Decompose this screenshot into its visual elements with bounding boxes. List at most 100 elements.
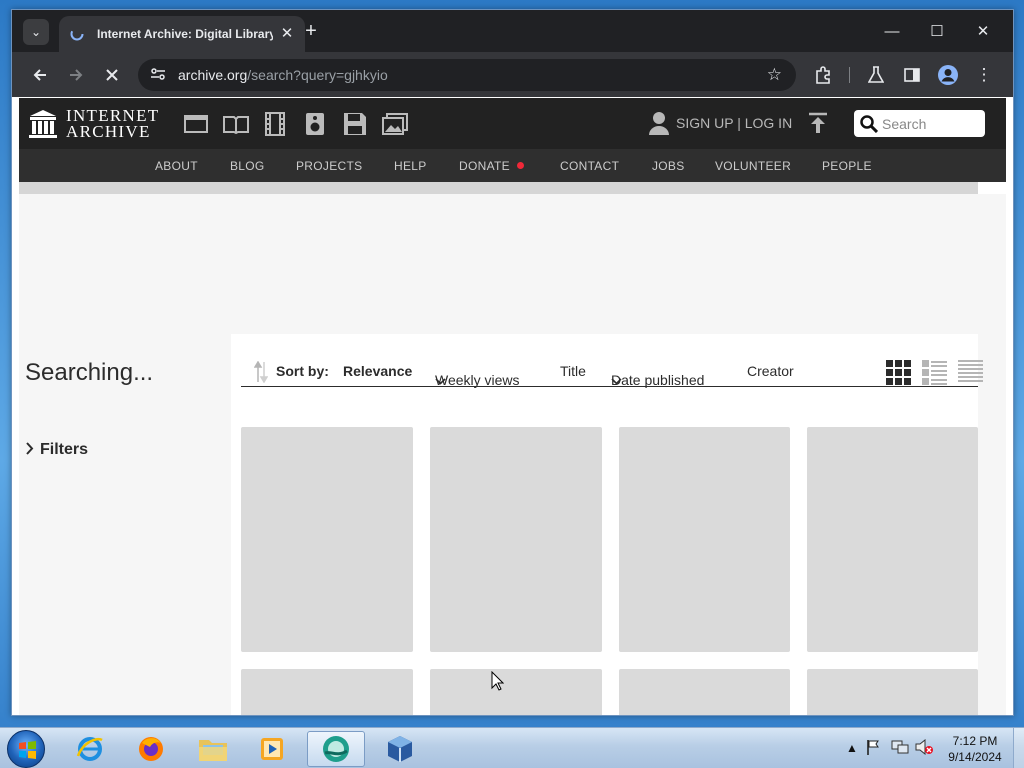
- nav-donate-label: DONATE: [459, 159, 510, 173]
- result-tile-placeholder: [241, 669, 413, 715]
- sort-by-label: Sort by:: [276, 363, 329, 379]
- nav-people[interactable]: PEOPLE: [822, 159, 872, 173]
- maximize-button[interactable]: ☐: [917, 18, 957, 44]
- profile-avatar-icon[interactable]: [934, 61, 962, 89]
- taskbar-virtualbox-icon[interactable]: [371, 731, 429, 767]
- sort-title[interactable]: Title: [560, 363, 586, 379]
- ia-header: INTERNET ARCHIVE SIGN UP | LOG IN Search: [19, 98, 1006, 149]
- forward-button[interactable]: [62, 61, 90, 89]
- software-floppy-icon[interactable]: [342, 112, 368, 136]
- show-desktop-button[interactable]: [1013, 728, 1024, 768]
- ia-nav-bar: ABOUT BLOG PROJECTS HELP DONATE CONTACT …: [19, 149, 1006, 182]
- address-bar[interactable]: archive.org/search?query=gjhkyio ☆: [138, 59, 796, 91]
- taskbar-internet-explorer-icon[interactable]: [62, 731, 118, 767]
- result-tile-placeholder: [241, 427, 413, 652]
- volume-muted-icon[interactable]: [915, 738, 933, 758]
- url-host: archive.org: [178, 67, 248, 83]
- sort-creator[interactable]: Creator: [747, 363, 794, 379]
- labs-flask-icon[interactable]: [862, 61, 890, 89]
- nav-contact[interactable]: CONTACT: [560, 159, 619, 173]
- sort-direction-icon[interactable]: [253, 360, 269, 386]
- windows-taskbar: ▲ 7:12 PM 9/14/2024: [0, 727, 1024, 768]
- taskbar-firefox-icon[interactable]: [123, 731, 179, 767]
- result-tile-placeholder: [430, 427, 602, 652]
- browser-toolbar: archive.org/search?query=gjhkyio ☆ ⋮: [12, 52, 1013, 97]
- browser-window: ⌄ Internet Archive: Digital Library ✕ + …: [11, 9, 1014, 716]
- chevron-right-icon: [25, 442, 34, 458]
- loading-spinner-icon: [69, 26, 85, 42]
- taskbar-media-player-icon[interactable]: [244, 731, 300, 767]
- extensions-icon[interactable]: [809, 61, 837, 89]
- banner-placeholder: [19, 182, 978, 194]
- windows-logo-icon: [19, 741, 36, 759]
- clock-time: 7:12 PM: [952, 734, 998, 748]
- sort-bar: Sort by: Relevance Weekly views Title Da…: [241, 354, 983, 388]
- logo-line-2: ARCHIVE: [66, 122, 151, 141]
- result-tile-placeholder: [807, 669, 978, 715]
- search-placeholder: Search: [882, 115, 927, 132]
- texts-book-icon[interactable]: [223, 112, 249, 136]
- archive-building-icon: [29, 110, 57, 138]
- sort-relevance[interactable]: Relevance: [343, 363, 412, 379]
- nav-blog[interactable]: BLOG: [230, 159, 265, 173]
- web-icon[interactable]: [183, 112, 209, 136]
- forward-arrow-icon: [70, 69, 83, 81]
- nav-donate[interactable]: DONATE: [459, 159, 524, 173]
- grid-view-icon[interactable]: [886, 360, 912, 385]
- url-path: /search?query=gjhkyio: [247, 67, 388, 83]
- mouse-cursor-icon: [491, 670, 505, 696]
- tab-internet-archive[interactable]: Internet Archive: Digital Library ✕: [59, 16, 305, 52]
- sign-up-login-link[interactable]: SIGN UP | LOG IN: [648, 111, 792, 135]
- compact-list-view-icon[interactable]: [958, 360, 984, 385]
- back-arrow-icon: [33, 69, 46, 81]
- tab-bar: ⌄ Internet Archive: Digital Library ✕ + …: [12, 10, 1013, 52]
- nav-help[interactable]: HELP: [394, 159, 427, 173]
- result-tile-placeholder: [807, 427, 978, 652]
- search-icon: [860, 114, 878, 133]
- ia-search-input[interactable]: Search: [854, 110, 985, 137]
- result-tile-placeholder: [619, 427, 790, 652]
- url-text: archive.org/search?query=gjhkyio: [178, 67, 388, 83]
- new-tab-button[interactable]: +: [300, 20, 322, 42]
- side-panel-icon[interactable]: [898, 61, 926, 89]
- filters-label: Filters: [40, 441, 89, 458]
- network-icon[interactable]: [891, 739, 909, 758]
- close-tab-icon[interactable]: ✕: [279, 26, 295, 42]
- system-clock[interactable]: 7:12 PM 9/14/2024: [940, 733, 1010, 765]
- taskbar-file-explorer-icon[interactable]: [185, 731, 241, 767]
- ia-logo[interactable]: INTERNET ARCHIVE: [29, 107, 160, 141]
- bookmark-star-icon[interactable]: ☆: [767, 65, 782, 85]
- back-button[interactable]: [26, 61, 54, 89]
- nav-jobs[interactable]: JOBS: [652, 159, 685, 173]
- show-hidden-icons-arrow[interactable]: ▲: [846, 741, 858, 755]
- video-film-icon[interactable]: [262, 112, 288, 136]
- stop-icon: [106, 69, 118, 81]
- tab-title: Internet Archive: Digital Library: [97, 27, 273, 41]
- start-button[interactable]: [7, 730, 45, 768]
- taskbar-chrome-app-icon[interactable]: [307, 731, 365, 767]
- minimize-button[interactable]: —: [872, 18, 912, 44]
- nav-volunteer[interactable]: VOLUNTEER: [715, 159, 791, 173]
- donate-heart-icon: [516, 162, 524, 169]
- result-tile-placeholder: [619, 669, 790, 715]
- action-center-flag-icon[interactable]: [866, 739, 880, 758]
- tab-search-button[interactable]: ⌄: [23, 19, 49, 45]
- sort-weekly-views-label: Weekly views: [435, 372, 520, 388]
- upload-arrow-icon[interactable]: [808, 112, 828, 139]
- toolbar-divider: [849, 67, 850, 83]
- site-info-icon[interactable]: [150, 67, 170, 84]
- audio-speaker-icon[interactable]: [302, 112, 328, 136]
- list-detail-view-icon[interactable]: [922, 360, 948, 385]
- filters-toggle[interactable]: Filters: [25, 441, 88, 459]
- stop-loading-button[interactable]: [98, 61, 126, 89]
- result-tile-placeholder: [430, 669, 602, 715]
- nav-projects[interactable]: PROJECTS: [296, 159, 362, 173]
- nav-about[interactable]: ABOUT: [155, 159, 198, 173]
- images-gallery-icon[interactable]: [382, 112, 408, 136]
- browser-menu-icon[interactable]: ⋮: [970, 61, 998, 89]
- close-window-button[interactable]: ✕: [963, 18, 1003, 44]
- search-status-text: Searching...: [25, 359, 154, 386]
- sort-date-published-label: Date published: [611, 372, 705, 388]
- signup-label: SIGN UP | LOG IN: [676, 115, 793, 131]
- chevron-down-icon: [611, 372, 622, 388]
